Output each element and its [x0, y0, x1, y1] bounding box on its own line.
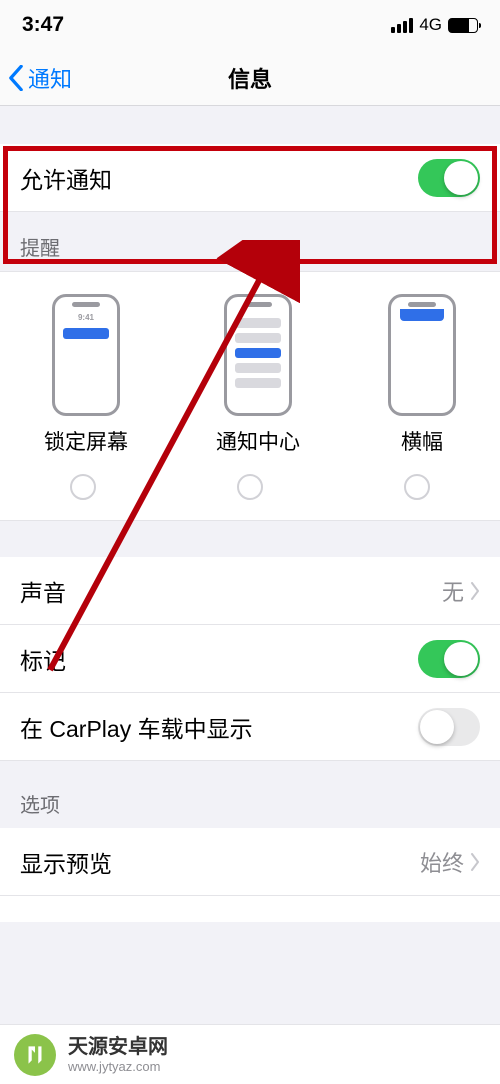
show-previews-cell[interactable]: 显示预览 始终 — [0, 828, 500, 896]
watermark-url: www.jytyaz.com — [68, 1059, 168, 1075]
sound-cell[interactable]: 声音 无 — [0, 557, 500, 625]
status-indicators: 4G — [391, 15, 478, 35]
watermark-title: 天源安卓网 — [68, 1035, 168, 1059]
notification-center-preview-icon — [224, 294, 292, 416]
badges-toggle[interactable] — [418, 640, 480, 678]
banners-preview-icon — [388, 294, 456, 416]
carplay-label: 在 CarPlay 车载中显示 — [20, 710, 253, 744]
alert-label-notification-center: 通知中心 — [216, 426, 300, 456]
lock-screen-preview-icon: 9:41 — [52, 294, 120, 416]
badges-label: 标记 — [20, 642, 66, 676]
alert-radio-lock-screen[interactable] — [70, 474, 96, 500]
alert-radio-notification-center[interactable] — [237, 474, 263, 500]
network-label: 4G — [419, 15, 442, 35]
allow-notifications-cell[interactable]: 允许通知 — [0, 144, 500, 212]
cutoff-cell — [0, 896, 500, 922]
show-previews-value: 始终 — [420, 846, 480, 878]
alerts-options-row: 9:41 锁定屏幕 通知中心 — [0, 271, 500, 466]
alert-radio-banners[interactable] — [404, 474, 430, 500]
badges-cell[interactable]: 标记 — [0, 625, 500, 693]
allow-notifications-toggle[interactable] — [418, 159, 480, 197]
back-button[interactable]: 通知 — [0, 62, 72, 94]
back-label: 通知 — [28, 62, 72, 94]
page-title: 信息 — [0, 62, 500, 94]
chevron-right-icon — [470, 853, 480, 871]
sound-value: 无 — [442, 575, 480, 607]
watermark-footer: 天源安卓网 www.jytyaz.com — [0, 1024, 500, 1084]
alerts-radio-row — [0, 466, 500, 521]
sound-label: 声音 — [20, 574, 66, 608]
carplay-toggle[interactable] — [418, 708, 480, 746]
chevron-right-icon — [470, 582, 480, 600]
show-previews-label: 显示预览 — [20, 845, 112, 879]
alert-option-notification-center[interactable]: 通知中心 — [216, 294, 300, 456]
chevron-left-icon — [8, 65, 24, 91]
allow-notifications-label: 允许通知 — [20, 161, 112, 195]
carplay-cell[interactable]: 在 CarPlay 车载中显示 — [0, 693, 500, 761]
alert-option-lock-screen[interactable]: 9:41 锁定屏幕 — [44, 294, 128, 456]
options-section-header: 选项 — [0, 761, 500, 828]
nav-bar: 通知 信息 — [0, 50, 500, 106]
alert-label-lock-screen: 锁定屏幕 — [44, 426, 128, 456]
status-bar: 3:47 4G — [0, 0, 500, 50]
watermark-logo-icon — [14, 1034, 56, 1076]
status-time: 3:47 — [22, 13, 64, 37]
alert-label-banners: 横幅 — [401, 426, 443, 456]
alerts-section-header: 提醒 — [0, 212, 500, 271]
battery-icon — [448, 18, 478, 33]
signal-bars-icon — [391, 18, 413, 33]
alert-option-banners[interactable]: 横幅 — [388, 294, 456, 456]
